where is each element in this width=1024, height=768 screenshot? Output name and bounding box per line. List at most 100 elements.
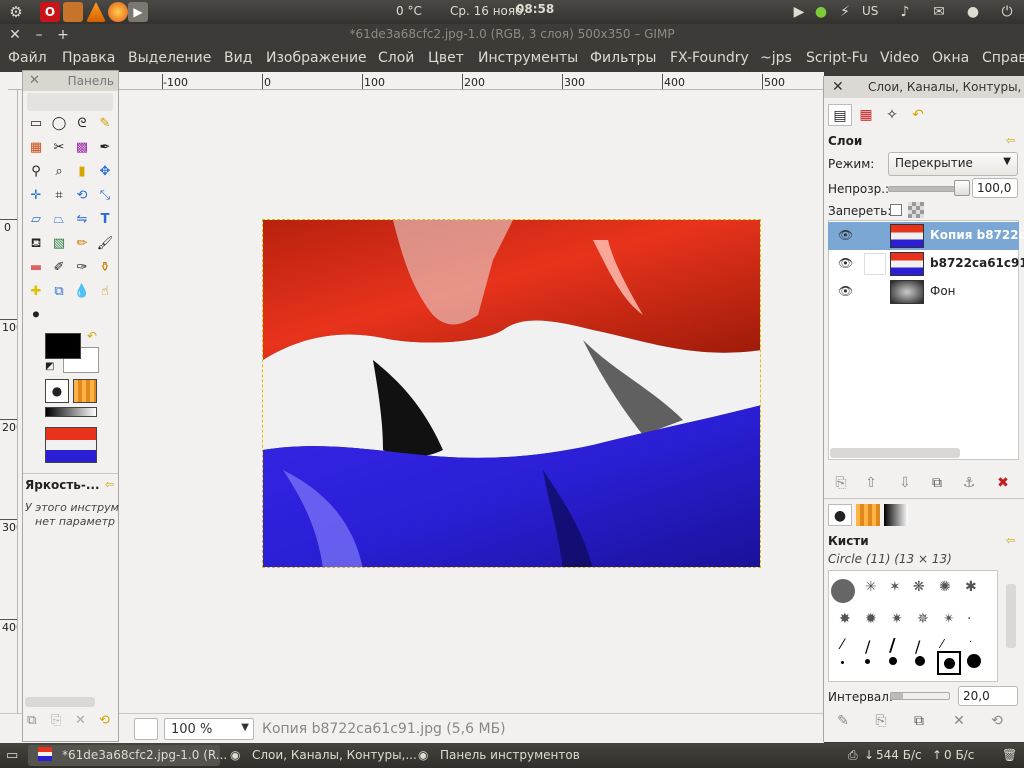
brush-item[interactable]: ✸ [839,611,851,627]
selected-brush-frame[interactable] [937,651,961,675]
brush-item[interactable]: ✳ [865,579,877,595]
brush-item[interactable] [889,657,897,665]
lock-pixels-checkbox[interactable] [890,204,902,216]
play-icon[interactable]: ▶ [128,2,148,22]
brush-item[interactable] [944,658,955,669]
layers-scrollbar[interactable] [830,448,960,458]
menu-image[interactable]: Изображение [266,50,367,66]
pencil-icon[interactable]: ✏ [73,235,91,253]
menu-view[interactable]: Вид [224,50,252,66]
brushes-scrollbar[interactable] [1006,584,1016,648]
unit-dropdown[interactable] [134,718,158,740]
duplicate-brush-icon[interactable]: ⧉ [908,710,930,732]
save-options-icon[interactable]: ⧉ [27,713,36,728]
gradient-indicator[interactable] [45,407,97,417]
delete-options-icon[interactable]: ✕ [75,713,86,728]
vlc-icon[interactable] [86,2,106,22]
layers-tab-icon[interactable]: ▤ [828,104,852,126]
measure-icon[interactable]: ▮ [73,163,91,181]
configure-icon[interactable]: ⇦ [1006,134,1015,147]
taskbar-item-label[interactable]: Слои, Каналы, Контуры,... [252,748,417,762]
align-icon[interactable]: ✛ [27,187,45,205]
layer-row[interactable]: 👁 b8722ca61c91 [828,250,1024,278]
bucket-fill-icon[interactable]: ⛾ [27,235,45,253]
toolbox-title-bar[interactable]: ✕ Панель [23,71,118,91]
brushes-tab-icon[interactable]: ● [828,504,852,526]
brush-item[interactable]: ✴ [943,611,955,627]
network-icon[interactable]: ⚡ [836,3,854,21]
fuzzy-select-icon[interactable]: ✎ [96,115,114,133]
menu-layer[interactable]: Слой [378,50,414,66]
brush-item[interactable]: ✵ [917,611,929,627]
mode-dropdown[interactable]: Перекрытие ▼ [888,152,1018,176]
close-icon[interactable]: ✕ [832,79,844,95]
paintbrush-icon[interactable]: 🖌 [96,235,114,253]
brush-item[interactable] [915,656,925,666]
menu-edit[interactable]: Правка [62,50,115,66]
smudge-icon[interactable]: ☝ [96,283,114,301]
blur-icon[interactable]: 💧 [73,283,91,301]
media-play-icon[interactable]: ▶ [790,3,808,21]
select-by-color-icon[interactable]: ▦ [27,139,45,157]
layer-name[interactable]: Фон [930,284,956,298]
date-label[interactable]: Ср. 16 нояб. [450,4,526,18]
gradients-tab-icon[interactable] [884,504,908,526]
perspective-clone-icon[interactable]: ⧉ [50,283,68,301]
lower-layer-icon[interactable]: ⇩ [894,472,916,494]
new-brush-icon[interactable]: ⎘ [870,710,892,732]
layer-name[interactable]: Копия b8722c [930,228,1024,242]
brush-item[interactable]: / [915,637,920,656]
spacing-slider-track[interactable] [890,692,950,700]
opacity-input[interactable]: 100,0 [972,178,1018,198]
firefox-icon[interactable] [108,2,128,22]
menu-select[interactable]: Выделение [128,50,211,66]
close-icon[interactable]: ✕ [29,73,40,88]
wilber-drop-area[interactable] [27,93,113,111]
brush-item[interactable] [831,579,855,603]
airbrush-icon[interactable]: ✐ [50,259,68,277]
opera-icon[interactable]: O [40,2,60,22]
refresh-brushes-icon[interactable]: ⟲ [986,710,1008,732]
eraser-icon[interactable]: ▬ [27,259,45,277]
rect-select-icon[interactable]: ▭ [27,115,45,133]
raise-layer-icon[interactable]: ⇧ [860,472,882,494]
menu-script-fu[interactable]: Script-Fu [806,50,868,66]
menu-file[interactable]: Файл [8,50,47,66]
power-icon[interactable]: ⏻ [998,3,1016,21]
restore-options-icon[interactable]: ⎘ [51,713,61,728]
ellipse-select-icon[interactable]: ◯ [50,115,68,133]
scale-icon[interactable]: ⤡ [96,187,114,205]
brush-item[interactable]: ⁄ [841,637,843,653]
default-colors-icon[interactable]: ◩ [45,361,54,372]
menu-windows[interactable]: Окна [932,50,969,66]
menu-video[interactable]: Video [880,50,919,66]
layer-name[interactable]: b8722ca61c91 [930,256,1024,270]
paths-icon[interactable]: ✒ [96,139,114,157]
visibility-eye-icon[interactable]: 👁 [838,228,853,242]
new-layer-icon[interactable]: ⎘ [830,472,852,494]
lasso-icon[interactable]: ᘓ [73,115,91,133]
keyboard-layout[interactable]: US [862,4,878,18]
brush-item[interactable]: ✶ [889,579,901,595]
paths-tab-icon[interactable]: ✧ [880,104,904,126]
undo-tab-icon[interactable]: ↶ [906,104,930,126]
delete-brush-icon[interactable]: ✕ [948,710,970,732]
brush-item[interactable]: / [889,635,896,656]
dock-title-bar[interactable]: ✕ Слои, Каналы, Контуры, [824,76,1024,98]
volume-icon[interactable]: ♪ [896,3,914,21]
brush-item[interactable]: ✱ [965,579,977,595]
flip-icon[interactable]: ⇋ [73,211,91,229]
brush-item[interactable]: ✷ [891,611,903,627]
brush-item[interactable]: ✺ [939,579,951,595]
menu-jps[interactable]: ~jps [760,50,792,66]
chain-toggle[interactable] [864,253,886,275]
menu-fx-foundry[interactable]: FX-Foundry [670,50,749,66]
configure-icon[interactable]: ⇦ [1006,534,1015,547]
brush-item[interactable] [967,654,981,668]
rotate-icon[interactable]: ⟲ [73,187,91,205]
brush-item[interactable]: · [969,637,972,648]
brush-item[interactable] [841,661,844,664]
brush-item[interactable]: ❋ [913,579,925,595]
visibility-eye-icon[interactable]: 👁 [838,256,853,270]
vertical-ruler[interactable]: 0 100 200 300 400 [0,90,18,740]
